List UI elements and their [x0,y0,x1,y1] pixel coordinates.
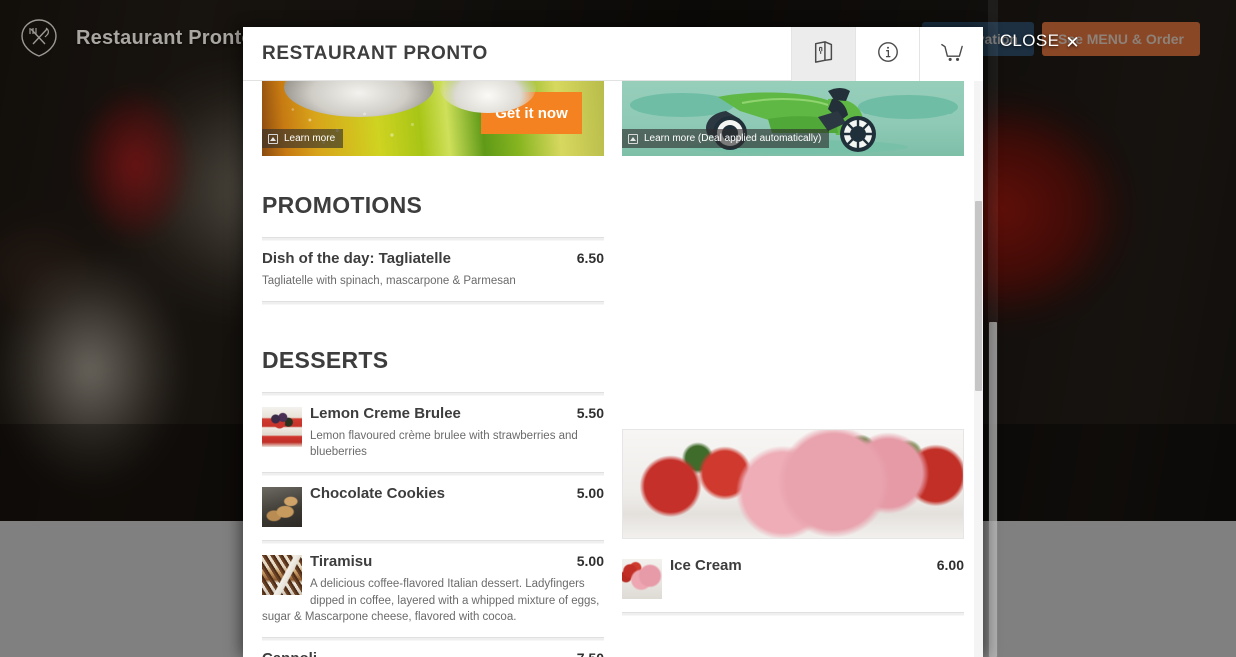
menu-item-chocolate-cookies[interactable]: Chocolate Cookies 5.00 [262,476,604,540]
tab-info[interactable] [855,27,919,81]
modal-scrollbar[interactable] [974,81,983,657]
drink-ad-learn-more[interactable]: Learn more [262,129,344,148]
scooter-ad-banner[interactable]: Learn more (Deal applied automatically) [622,81,964,156]
fork-knife-circle-icon [18,17,60,59]
left-column: Get it now Learn more PROMOTIONS Dish of… [262,81,604,657]
tab-menu[interactable] [791,27,855,81]
menu-item-name: Ice Cream [670,557,742,574]
menu-item-head: Dish of the day: Tagliatelle 6.50 [262,250,604,267]
brand-name: Restaurant Pronto [76,26,254,49]
menu-item-name: Cannoli [262,650,317,657]
menu-item-price: 7.50 [577,650,604,657]
drink-ad-banner[interactable]: Get it now Learn more [262,81,604,156]
ice-cream-feature-photo[interactable] [622,429,964,539]
menu-item-description: Lemon flavoured crème brulee with strawb… [310,429,578,459]
menu-item-head: Tiramisu 5.00 [310,553,604,570]
scooter-ad-learn-more[interactable]: Learn more (Deal applied automatically) [622,129,830,148]
menu-item-head: Ice Cream 6.00 [670,557,964,574]
modal-body: Get it now Learn more PROMOTIONS Dish of… [243,81,983,657]
menu-item-cannoli[interactable]: Cannoli 7.50 Scrumptious tube of fried d… [262,641,604,657]
menu-item-head: Cannoli 7.50 [262,650,604,657]
menu-item-thumbnail [622,559,662,599]
section-title-desserts: DESSERTS [262,346,389,373]
menu-item-name: Tiramisu [310,553,373,571]
scooter-ad-learn-more-label: Learn more (Deal applied automatically) [644,133,822,144]
menu-item-description: Tagliatelle with spinach, mascarpone & P… [262,275,516,287]
menu-item-dish-of-the-day[interactable]: Dish of the day: Tagliatelle 6.50 Taglia… [262,241,604,301]
page-scrollbar-thumb[interactable] [989,322,997,657]
menu-item-lemon-creme-brulee[interactable]: Lemon Creme Brulee 5.50 Lemon flavoured … [262,396,604,472]
divider [622,612,964,616]
menu-item-price: 6.50 [576,250,604,266]
section-title-promotions: PROMOTIONS [262,192,423,218]
menu-item-ice-cream[interactable]: Ice Cream 6.00 [622,548,964,612]
menu-item-price: 5.50 [576,404,604,421]
modal-header-tabs [791,27,983,81]
menu-item-name: Lemon Creme Brulee [310,404,461,422]
tab-cart[interactable] [919,27,983,81]
modal-scrollbar-thumb[interactable] [975,201,982,391]
menu-item-head: Lemon Creme Brulee 5.50 [310,405,604,422]
modal-columns: Get it now Learn more PROMOTIONS Dish of… [243,81,983,657]
modal-title: RESTAURANT PRONTO [262,42,488,64]
right-column: Learn more (Deal applied automatically) … [622,81,964,657]
divider [262,300,604,305]
page-root: Restaurant Pronto Reservation See MENU &… [0,0,1236,657]
close-x-icon: ✕ [1065,32,1080,52]
close-label: CLOSE [999,31,1060,50]
info-icon [876,40,900,69]
modal-header: RESTAURANT PRONTO [243,27,983,81]
page-scrollbar[interactable] [988,0,998,657]
menu-item-name: Chocolate Cookies [310,485,446,503]
menu-item-price: 5.00 [576,485,604,502]
right-column-spacer [622,156,964,429]
close-button[interactable]: CLOSE ✕ [1000,31,1080,51]
menu-item-tiramisu[interactable]: Tiramisu 5.00 A delicious coffee-flavore… [262,544,604,637]
menu-modal: RESTAURANT PRONTO Get it now Learn more … [243,27,983,657]
adchoices-icon [268,133,278,144]
drink-ad-learn-more-label: Learn more [284,133,336,144]
adchoices-icon [628,133,638,144]
get-it-now-button[interactable]: Get it now [481,92,582,134]
menu-item-name: Dish of the day: Tagliatelle [262,250,451,267]
menu-item-thumbnail [262,487,302,528]
menu-item-thumbnail [262,406,302,447]
cart-icon [939,40,965,69]
menu-item-price: 6.00 [936,557,964,573]
menu-item-thumbnail [262,555,302,596]
menu-book-icon [812,40,836,69]
menu-item-description: A delicious coffee-flavored Italian dess… [262,578,600,624]
menu-item-head: Chocolate Cookies 5.00 [310,485,604,502]
menu-item-price: 5.00 [576,553,604,570]
